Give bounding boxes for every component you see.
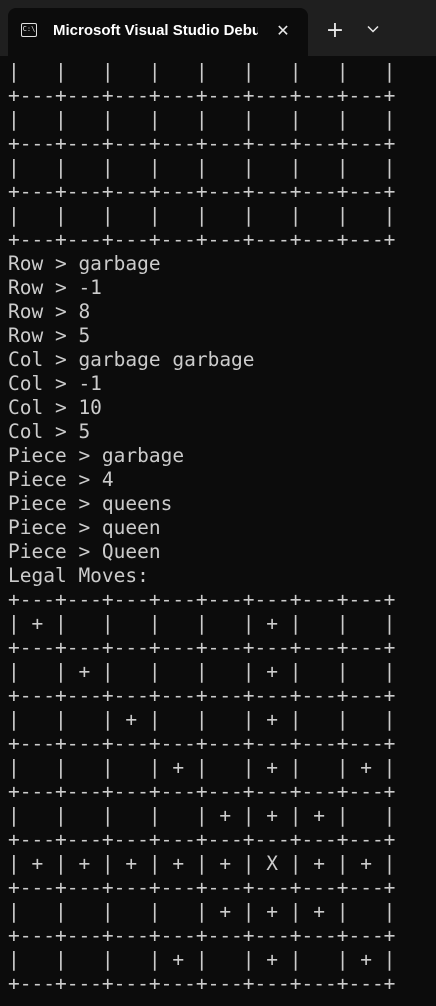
console-line: | | + | | | | + | | | [8,660,396,683]
console-line: Legal Moves: [8,564,149,587]
console-line: Piece > garbage [8,444,185,467]
console-app-icon: C:\ [21,23,37,37]
console-line: Row > garbage [8,252,161,275]
chevron-down-icon [367,25,379,33]
console-line: Row > 8 [8,300,91,323]
console-line: Col > garbage garbage [8,348,255,371]
close-icon[interactable]: ✕ [272,20,294,42]
console-line: | + | + | + | + | + | X | + | + | [8,852,396,875]
console-line: +---+---+---+---+---+---+---+---+ [8,780,396,803]
console-line: | | | | | | | | | [8,108,396,131]
tab-dropdown-button[interactable] [360,18,386,44]
console-line: | | | | + | | + | | + | [8,948,396,971]
tab-title: Microsoft Visual Studio Debug Console [53,22,258,39]
console-line: | | | | | | | | | [8,204,396,227]
console-line: +---+---+---+---+---+---+---+---+ [8,972,396,995]
console-line: Col > -1 [8,372,102,395]
console-line: +---+---+---+---+---+---+---+---+ [8,684,396,707]
console-line: +---+---+---+---+---+---+---+---+ [8,732,396,755]
console-line: | | | | | + | + | + | | [8,804,396,827]
console-line: | | | | | + | + | + | | [8,900,396,923]
console-line: +---+---+---+---+---+---+---+---+ [8,228,396,251]
console-line: +---+---+---+---+---+---+---+---+ [8,180,396,203]
console-line: Piece > queen [8,516,161,539]
console-output[interactable]: | | | | | | | | | +---+---+---+---+---+--… [8,60,436,1000]
console-line: Col > 5 [8,420,91,443]
tab-debug-console[interactable]: C:\ Microsoft Visual Studio Debug Consol… [8,8,308,56]
console-line: | | | + | | | + | | | [8,708,396,731]
console-line: +---+---+---+---+---+---+---+---+ [8,636,396,659]
console-line: Row > 5 [8,324,91,347]
console-line: Piece > Queen [8,540,161,563]
new-tab-button[interactable]: + [322,18,348,44]
console-line: Piece > 4 [8,468,114,491]
console-line: Piece > queens [8,492,173,515]
terminal-window: C:\ Microsoft Visual Studio Debug Consol… [0,0,436,1006]
console-line: +---+---+---+---+---+---+---+---+ [8,828,396,851]
console-line: | | | | | | | | | [8,60,396,83]
console-line: +---+---+---+---+---+---+---+---+ [8,84,396,107]
console-line: | + | | | | | + | | | [8,612,396,635]
console-line: +---+---+---+---+---+---+---+---+ [8,924,396,947]
console-line: | | | | + | | + | | + | [8,756,396,779]
console-line: +---+---+---+---+---+---+---+---+ [8,876,396,899]
console-line: +---+---+---+---+---+---+---+---+ [8,132,396,155]
console-line: Row > -1 [8,276,102,299]
console-line: Col > 10 [8,396,102,419]
tab-bar: C:\ Microsoft Visual Studio Debug Consol… [0,0,436,56]
console-line: | | | | | | | | | [8,156,396,179]
console-line: +---+---+---+---+---+---+---+---+ [8,588,396,611]
